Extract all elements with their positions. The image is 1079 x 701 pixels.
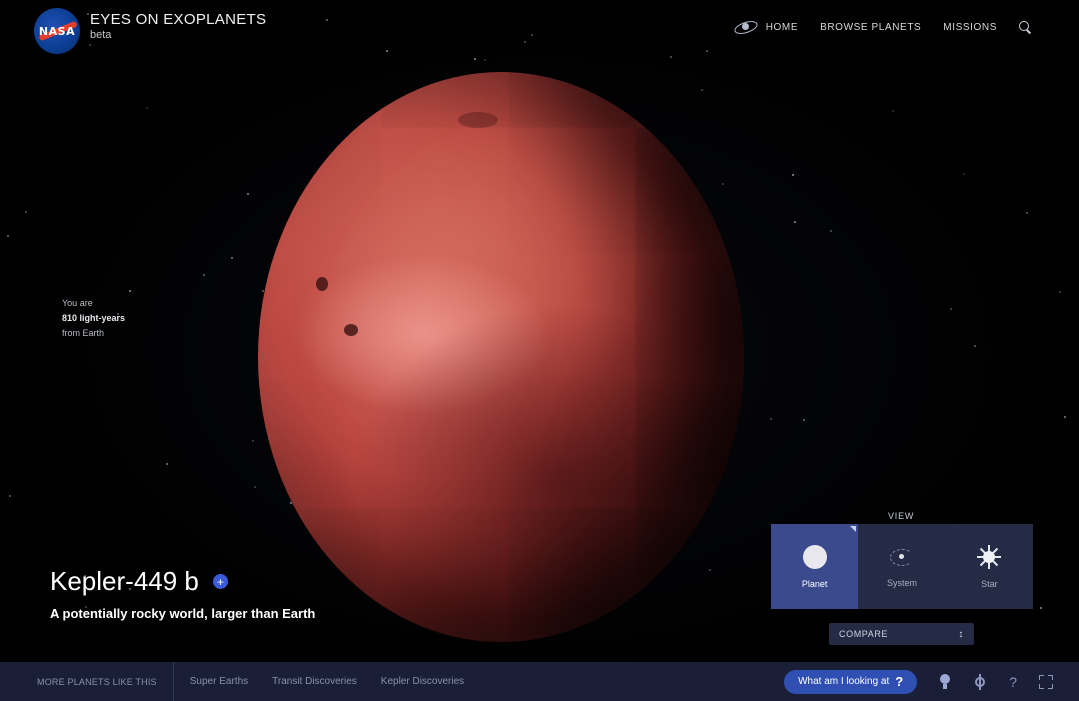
- planet-crater: [316, 277, 328, 291]
- view-planet-label: Planet: [801, 578, 828, 589]
- planet-title: Kepler-449 b +: [50, 566, 228, 597]
- star-dot: [254, 486, 256, 488]
- link-kepler-discoveries[interactable]: Kepler Discoveries: [381, 676, 464, 687]
- star-dot: [803, 419, 805, 421]
- nav-home[interactable]: HOME: [732, 20, 798, 34]
- planet-crater: [344, 324, 358, 336]
- search-icon[interactable]: [1019, 21, 1031, 33]
- nav-missions[interactable]: MISSIONS: [943, 22, 997, 33]
- view-system-label: System: [886, 577, 917, 588]
- star-dot: [166, 463, 168, 465]
- view-star-button[interactable]: Star: [946, 524, 1033, 609]
- star-dot: [830, 230, 832, 232]
- gear-icon[interactable]: [973, 673, 987, 690]
- related-links: Super Earths Transit Discoveries Kepler …: [174, 676, 464, 687]
- bottom-bar: MORE PLANETS LIKE THIS Super Earths Tran…: [0, 662, 1079, 701]
- nasa-logo-text: NASA: [38, 24, 76, 38]
- star-dot: [129, 290, 131, 292]
- view-label: VIEW: [888, 511, 915, 521]
- galaxy-icon: [732, 20, 760, 34]
- star-dot: [7, 235, 9, 237]
- distance-line-1: You are: [62, 298, 93, 308]
- plus-icon[interactable]: +: [212, 574, 228, 589]
- app-title[interactable]: EYES ON EXOPLANETS: [90, 11, 266, 28]
- star-dot: [1064, 416, 1066, 418]
- distance-value: 810 light-years: [62, 313, 126, 323]
- nav-browse-planets[interactable]: BROWSE PLANETS: [820, 22, 921, 33]
- nasa-logo[interactable]: NASA: [34, 8, 80, 54]
- header: NASA EYES ON EXOPLANETS beta HOME BROWSE…: [0, 0, 1079, 62]
- star-dot: [247, 193, 249, 195]
- star-dot: [794, 221, 796, 223]
- view-panel: Planet System Star: [771, 524, 1033, 609]
- view-star-label: Star: [981, 578, 998, 589]
- star-dot: [1040, 607, 1042, 609]
- view-system-button[interactable]: System: [858, 524, 945, 609]
- app-subtitle: beta: [90, 29, 112, 41]
- star-dot: [701, 89, 703, 91]
- select-arrows-icon: ↕: [958, 628, 964, 640]
- system-icon: [889, 546, 915, 568]
- star-dot: [709, 569, 711, 571]
- planet-description: A potentially rocky world, larger than E…: [50, 606, 316, 621]
- what-am-i-looking-at-button[interactable]: What am I looking at ?: [784, 669, 918, 694]
- planet-crater: [458, 112, 498, 128]
- link-transit-discoveries[interactable]: Transit Discoveries: [272, 676, 357, 687]
- star-dot: [722, 183, 724, 185]
- star-dot: [792, 174, 794, 176]
- star-dot: [252, 440, 254, 442]
- globe-icon: [802, 544, 827, 569]
- star-dot: [963, 173, 965, 175]
- planet-name: Kepler-449 b: [50, 566, 199, 596]
- bottom-tools: What am I looking at ? ?: [784, 669, 1079, 694]
- compare-label: COMPARE: [839, 629, 889, 639]
- star-icon: [977, 544, 1002, 569]
- question-icon: ?: [895, 674, 904, 689]
- main-nav: HOME BROWSE PLANETS MISSIONS: [732, 20, 1031, 34]
- star-dot: [146, 107, 148, 109]
- star-dot: [770, 418, 772, 420]
- distance-line-3: from Earth: [62, 328, 105, 338]
- star-dot: [892, 110, 894, 112]
- star-dot: [231, 257, 233, 259]
- bulb-icon[interactable]: [939, 673, 951, 690]
- distance-readout: You are 810 light-years from Earth: [62, 296, 125, 341]
- more-planets-label: MORE PLANETS LIKE THIS: [0, 662, 174, 701]
- star-dot: [974, 345, 976, 347]
- compare-select[interactable]: COMPARE ↕: [829, 623, 974, 645]
- looking-label: What am I looking at: [798, 676, 890, 687]
- nav-home-label: HOME: [765, 21, 799, 33]
- star-dot: [1059, 291, 1061, 293]
- star-dot: [203, 274, 205, 276]
- fullscreen-icon[interactable]: [1039, 674, 1053, 689]
- help-icon[interactable]: ?: [1009, 674, 1017, 690]
- link-super-earths[interactable]: Super Earths: [190, 676, 248, 687]
- star-dot: [1026, 212, 1028, 214]
- star-dot: [950, 308, 952, 310]
- star-dot: [25, 211, 27, 213]
- star-dot: [9, 495, 11, 497]
- view-planet-button[interactable]: Planet: [771, 524, 859, 609]
- planet-render[interactable]: [258, 72, 744, 642]
